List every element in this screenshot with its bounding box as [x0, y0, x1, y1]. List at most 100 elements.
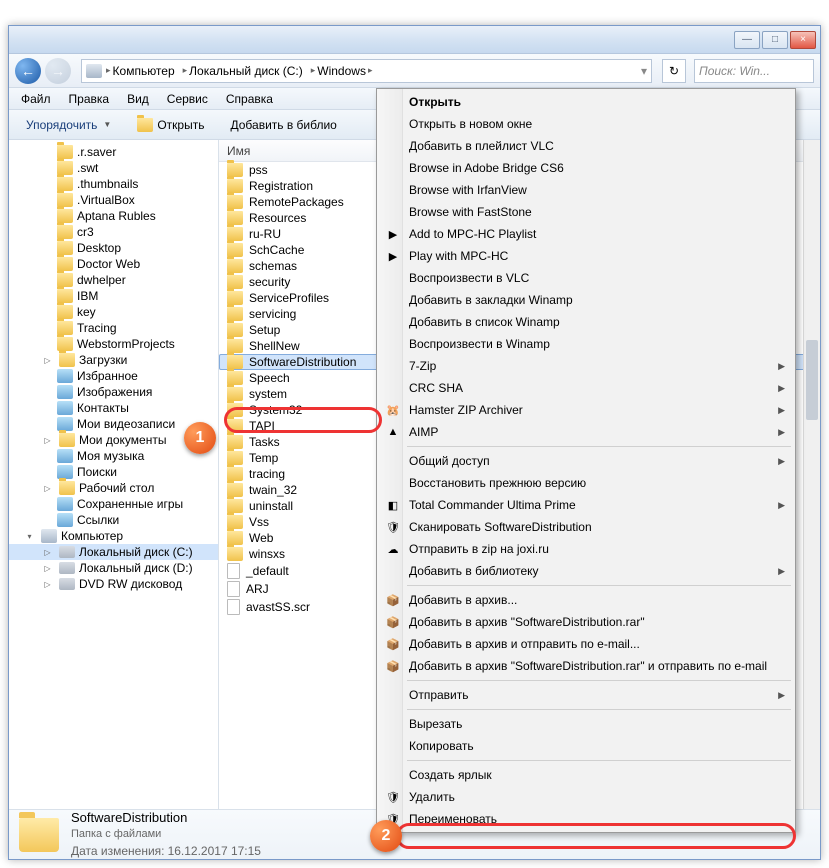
- refresh-button[interactable]: ↻: [662, 59, 686, 83]
- context-item[interactable]: Добавить в библиотеку▶: [379, 560, 793, 582]
- folder-icon: [227, 435, 243, 449]
- tree-item[interactable]: Моя музыка: [9, 448, 218, 464]
- close-button[interactable]: ×: [790, 31, 816, 49]
- context-item[interactable]: 🛡Переименовать: [379, 808, 793, 830]
- scrollbar[interactable]: [803, 140, 820, 809]
- menu-service[interactable]: Сервис: [159, 90, 216, 108]
- context-item[interactable]: 7-Zip▶: [379, 355, 793, 377]
- forward-button[interactable]: →: [45, 58, 71, 84]
- context-item[interactable]: Воспроизвести в Winamp: [379, 333, 793, 355]
- context-item[interactable]: Открыть: [379, 91, 793, 113]
- organize-button[interactable]: Упорядочить▼: [15, 114, 122, 136]
- tree-item[interactable]: Избранное: [9, 368, 218, 384]
- menu-file[interactable]: Файл: [13, 90, 59, 108]
- context-item[interactable]: Browse with FastStone: [379, 201, 793, 223]
- tree-item[interactable]: IBM: [9, 288, 218, 304]
- context-menu[interactable]: ОткрытьОткрыть в новом окнеДобавить в пл…: [376, 88, 796, 833]
- context-item[interactable]: Добавить в плейлист VLC: [379, 135, 793, 157]
- maximize-button[interactable]: □: [762, 31, 788, 49]
- tree-drive[interactable]: ▷Локальный диск (D:): [9, 560, 218, 576]
- addressbar[interactable]: ▸Компьютер ▸Локальный диск (C:) ▸Windows…: [81, 59, 652, 83]
- open-button[interactable]: Открыть: [126, 114, 215, 136]
- breadcrumb-seg[interactable]: Компьютер: [113, 64, 175, 78]
- tree-item[interactable]: ▷Загрузки: [9, 352, 218, 368]
- folder-icon: [227, 499, 243, 513]
- tree-item[interactable]: Desktop: [9, 240, 218, 256]
- context-item[interactable]: ▲AIMP▶: [379, 421, 793, 443]
- context-item[interactable]: Добавить в закладки Winamp: [379, 289, 793, 311]
- tree-item[interactable]: dwhelper: [9, 272, 218, 288]
- folder-icon: [57, 209, 73, 223]
- context-item[interactable]: Восстановить прежнюю версию: [379, 472, 793, 494]
- context-item[interactable]: Browse in Adobe Bridge CS6: [379, 157, 793, 179]
- tree-item[interactable]: .thumbnails: [9, 176, 218, 192]
- context-item[interactable]: Вырезать: [379, 713, 793, 735]
- context-item[interactable]: 🐹Hamster ZIP Archiver▶: [379, 399, 793, 421]
- context-item[interactable]: ☁Отправить в zip на joxi.ru: [379, 538, 793, 560]
- minimize-button[interactable]: —: [734, 31, 760, 49]
- context-item[interactable]: Общий доступ▶: [379, 450, 793, 472]
- context-item[interactable]: Копировать: [379, 735, 793, 757]
- tree-item[interactable]: cr3: [9, 224, 218, 240]
- menu-edit[interactable]: Правка: [61, 90, 118, 108]
- menu-help[interactable]: Справка: [218, 90, 281, 108]
- folder-icon: [227, 387, 243, 401]
- tree-item[interactable]: Контакты: [9, 400, 218, 416]
- context-item[interactable]: Открыть в новом окне: [379, 113, 793, 135]
- breadcrumb-seg[interactable]: Windows: [317, 64, 366, 78]
- context-item[interactable]: Добавить в список Winamp: [379, 311, 793, 333]
- context-item[interactable]: 🛡Сканировать SoftwareDistribution: [379, 516, 793, 538]
- folder-icon: [137, 118, 153, 132]
- tree-item[interactable]: Tracing: [9, 320, 218, 336]
- folder-icon: [227, 211, 243, 225]
- search-input[interactable]: Поиск: Win...: [694, 59, 814, 83]
- folder-icon: [59, 481, 75, 495]
- tree-item[interactable]: .r.saver: [9, 144, 218, 160]
- folder-icon: [227, 419, 243, 433]
- folder-icon: [57, 321, 73, 335]
- folder-icon: [227, 307, 243, 321]
- tree-item[interactable]: Ссылки: [9, 512, 218, 528]
- context-item[interactable]: Воспроизвести в VLC: [379, 267, 793, 289]
- tree-item[interactable]: Сохраненные игры: [9, 496, 218, 512]
- titlebar: — □ ×: [9, 26, 820, 54]
- folder-icon: [227, 467, 243, 481]
- tree-item[interactable]: Поиски: [9, 464, 218, 480]
- context-item[interactable]: ◧Total Commander Ultima Prime▶: [379, 494, 793, 516]
- folder-icon: [227, 243, 243, 257]
- tree-item[interactable]: Aptana Rubles: [9, 208, 218, 224]
- folder-icon: [57, 241, 73, 255]
- tree-item[interactable]: WebstormProjects: [9, 336, 218, 352]
- tree-item[interactable]: .swt: [9, 160, 218, 176]
- folder-icon: [227, 163, 243, 177]
- folder-icon: [227, 403, 243, 417]
- folder-tree[interactable]: .r.saver.swt.thumbnails.VirtualBoxAptana…: [9, 140, 219, 809]
- add-to-library-button[interactable]: Добавить в библио: [219, 114, 347, 136]
- context-item[interactable]: Создать ярлык: [379, 764, 793, 786]
- tree-item[interactable]: Изображения: [9, 384, 218, 400]
- context-item[interactable]: 📦Добавить в архив и отправить по e-mail.…: [379, 633, 793, 655]
- tree-item[interactable]: key: [9, 304, 218, 320]
- context-item[interactable]: 🛡Удалить: [379, 786, 793, 808]
- back-button[interactable]: ←: [15, 58, 41, 84]
- folder-icon: [57, 449, 73, 463]
- folder-icon: [57, 513, 73, 527]
- tree-drive[interactable]: ▷DVD RW дисковод: [9, 576, 218, 592]
- context-item[interactable]: 📦Добавить в архив "SoftwareDistribution.…: [379, 611, 793, 633]
- context-item[interactable]: Browse with IrfanView: [379, 179, 793, 201]
- computer-icon: [41, 529, 57, 543]
- tree-item[interactable]: ▷Рабочий стол: [9, 480, 218, 496]
- context-item[interactable]: CRC SHA▶: [379, 377, 793, 399]
- tree-computer[interactable]: ▾Компьютер: [9, 528, 218, 544]
- tree-item[interactable]: .VirtualBox: [9, 192, 218, 208]
- breadcrumb-seg[interactable]: Локальный диск (C:): [189, 64, 303, 78]
- menu-view[interactable]: Вид: [119, 90, 157, 108]
- tree-drive[interactable]: ▷Локальный диск (C:): [9, 544, 218, 560]
- context-item[interactable]: 📦Добавить в архив "SoftwareDistribution.…: [379, 655, 793, 677]
- folder-icon: [57, 337, 73, 351]
- context-item[interactable]: 📦Добавить в архив...: [379, 589, 793, 611]
- context-item[interactable]: Отправить▶: [379, 684, 793, 706]
- tree-item[interactable]: Doctor Web: [9, 256, 218, 272]
- context-item[interactable]: ▶Add to MPC-HC Playlist: [379, 223, 793, 245]
- context-item[interactable]: ▶Play with MPC-HC: [379, 245, 793, 267]
